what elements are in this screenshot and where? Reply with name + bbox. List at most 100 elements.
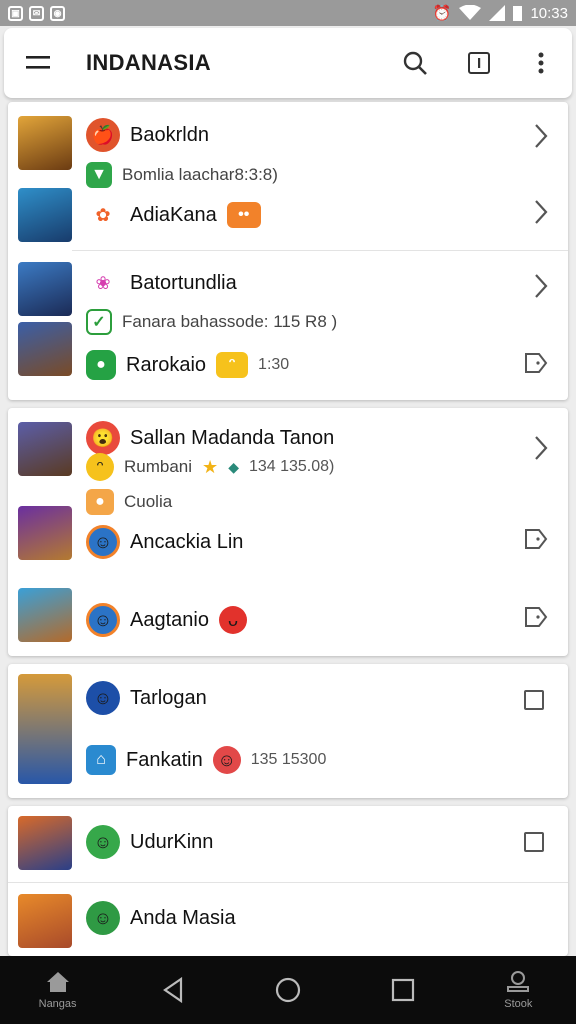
- list-item[interactable]: ☺ Aagtanio ᴗ: [86, 602, 247, 638]
- tag-icon[interactable]: [524, 352, 548, 374]
- game-thumbnail[interactable]: [18, 188, 72, 242]
- avatar: ☺: [86, 825, 120, 859]
- list-item[interactable]: ❀ Batortundlia: [86, 264, 237, 302]
- checkbox[interactable]: [524, 832, 544, 852]
- list-card: ☺ Tarlogan ⌂ Fankatin ☺ 135 15300: [8, 664, 568, 798]
- game-thumbnail[interactable]: [18, 816, 72, 870]
- divider: [8, 882, 568, 883]
- item-name: Aagtanio: [130, 608, 209, 631]
- check-icon: ✓: [86, 309, 112, 335]
- item-name: Baokrldn: [130, 123, 209, 146]
- divider: [72, 250, 568, 251]
- wifi-icon: [459, 5, 482, 20]
- item-name: Batortundlia: [130, 271, 237, 294]
- chevron-right-icon[interactable]: [530, 434, 552, 462]
- list-item[interactable]: 😮 Sallan Madanda Tanon: [86, 420, 334, 456]
- list-item[interactable]: ☺ Tarlogan: [86, 680, 207, 716]
- nav-back[interactable]: [133, 956, 213, 1024]
- more-options-button[interactable]: [526, 48, 556, 78]
- avatar: ☺: [86, 525, 120, 559]
- home-circle-icon: [275, 977, 301, 1003]
- emoji-icon: ᵔ: [216, 352, 249, 378]
- coins-icon: ●: [86, 489, 114, 515]
- search-button[interactable]: [400, 48, 430, 78]
- info-icon: [468, 52, 490, 74]
- item-subtitle: Fanara bahassode: 115 R8 ): [122, 312, 338, 331]
- avatar: 😮: [86, 421, 120, 455]
- game-thumbnail[interactable]: [18, 588, 72, 642]
- tag-icon[interactable]: [524, 606, 548, 628]
- item-name: Sallan Madanda Tanon: [130, 426, 335, 449]
- app-icon: ⌂: [86, 745, 116, 775]
- nav-recents[interactable]: [363, 956, 443, 1024]
- flower-icon: ✿: [86, 198, 120, 232]
- chevron-right-icon[interactable]: [530, 122, 552, 150]
- item-name: Tarlogan: [130, 686, 207, 709]
- emoji-icon: ••: [226, 202, 261, 228]
- camera-notification-icon: ◉: [50, 5, 65, 21]
- bottom-nav-bar: Nangas Stook: [0, 956, 576, 1024]
- menu-icon[interactable]: [26, 54, 52, 72]
- nav-home-circle[interactable]: [248, 956, 328, 1024]
- gallery-notification-icon: ▣: [8, 5, 23, 21]
- game-thumbnail[interactable]: [18, 506, 72, 560]
- item-subtitle: Rumbani: [124, 457, 193, 476]
- emoji-icon: ☺: [212, 746, 241, 774]
- home-icon: [46, 972, 69, 992]
- list-card: 🍎 Baokrldn ▼ Bomlia laachar8:3:8) ✿ Adia…: [8, 102, 568, 400]
- nav-profile[interactable]: Stook: [478, 956, 558, 1024]
- list-item[interactable]: ⌂ Fankatin ☺ 135 15300: [86, 742, 326, 778]
- battery-icon: [513, 5, 523, 21]
- game-thumbnail[interactable]: [18, 674, 72, 784]
- list-item[interactable]: ✿ AdiaKana ••: [86, 196, 261, 234]
- app-icon: ●: [86, 350, 116, 380]
- list-item: ᵔ Rumbani ★ ◆ 134 135.08): [86, 452, 334, 482]
- more-vert-icon: [538, 52, 544, 74]
- game-thumbnail[interactable]: [18, 262, 72, 316]
- emoji-icon: ᴗ: [218, 606, 247, 634]
- avatar: ☺: [86, 603, 120, 637]
- recents-icon: [392, 978, 415, 1002]
- list-item[interactable]: ☺ UdurKinn: [86, 824, 213, 860]
- game-thumbnail[interactable]: [18, 322, 72, 376]
- signal-icon: [489, 5, 506, 21]
- item-name: Ancackia Lin: [130, 530, 244, 553]
- star-icon: ★: [202, 456, 219, 477]
- avatar: 🍎: [86, 118, 120, 152]
- avatar: ☺: [86, 901, 120, 935]
- list-item[interactable]: ☺ Ancackia Lin: [86, 524, 243, 560]
- profile-icon: [507, 971, 530, 992]
- list-item: ✓ Fanara bahassode: 115 R8 ): [86, 306, 337, 338]
- emoji-icon: ᵔ: [86, 453, 114, 481]
- list-item: ▼ Bomlia laachar8:3:8): [86, 160, 278, 190]
- list-item[interactable]: 🍎 Baokrldn: [86, 116, 209, 154]
- chevron-right-icon[interactable]: [530, 198, 552, 226]
- item-subtitle: Cuolia: [124, 492, 173, 511]
- list-item[interactable]: ● Rarokaio ᵔ 1:30: [86, 346, 289, 384]
- game-thumbnail[interactable]: [18, 894, 72, 948]
- list-item: ● Cuolia: [86, 488, 172, 516]
- tag-icon[interactable]: [524, 528, 548, 550]
- status-bar: ▣ ✉ ◉ ⏰ 10:33: [0, 0, 576, 26]
- item-name: Anda Masia: [130, 906, 236, 929]
- item-name: Rarokaio: [126, 353, 207, 376]
- item-name: AdiaKana: [130, 203, 217, 226]
- nav-home[interactable]: Nangas: [18, 956, 98, 1024]
- alarm-icon: ⏰: [432, 5, 452, 22]
- badge-icon: ▼: [86, 162, 112, 188]
- list-item[interactable]: ☺ Anda Masia: [86, 900, 236, 936]
- item-subtitle: Bomlia laachar8:3:8): [122, 165, 278, 184]
- nav-label: Stook: [504, 998, 533, 1010]
- game-thumbnail[interactable]: [18, 422, 72, 476]
- checkbox[interactable]: [524, 690, 544, 710]
- item-meta: 134 135.08): [248, 458, 335, 475]
- item-name: Fankatin: [126, 748, 203, 771]
- game-thumbnail[interactable]: [18, 116, 72, 170]
- chevron-right-icon[interactable]: [530, 272, 552, 300]
- message-notification-icon: ✉: [29, 5, 44, 21]
- flower-icon: ❀: [86, 266, 120, 300]
- avatar: ☺: [86, 681, 120, 715]
- status-time: 10:33: [530, 4, 568, 22]
- item-name: UdurKinn: [130, 830, 214, 853]
- info-button[interactable]: [464, 48, 494, 78]
